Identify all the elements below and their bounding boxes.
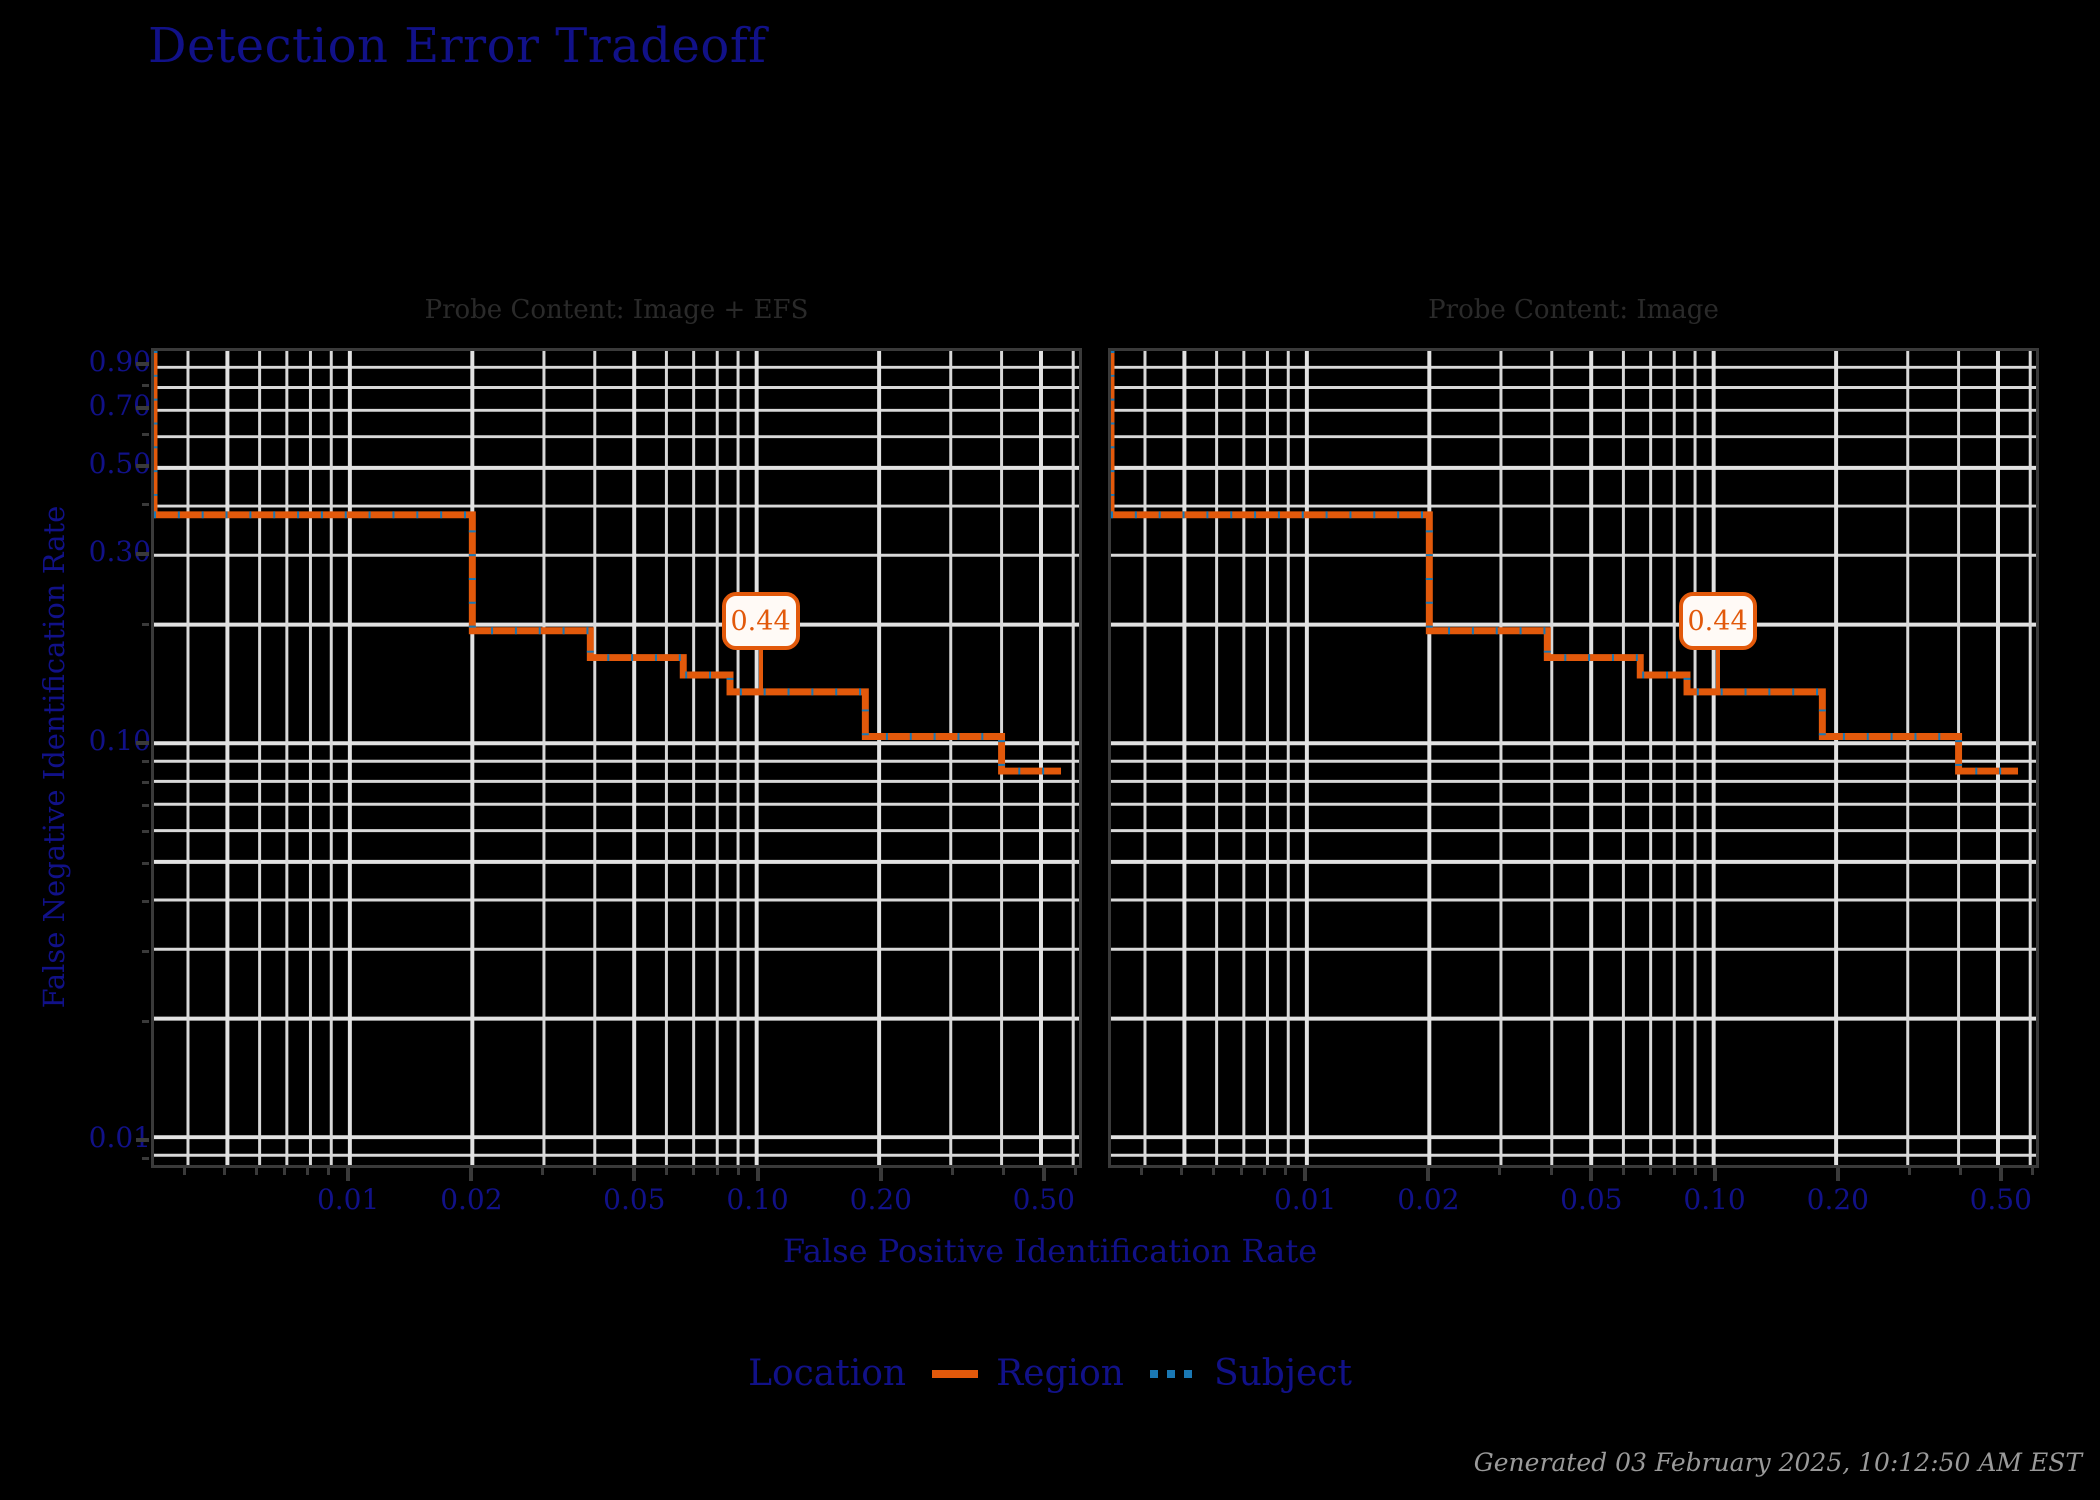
y-axis-title: False Negative Identification Rate — [37, 505, 71, 1009]
x-tick-mark-minor — [282, 1168, 286, 1175]
panel-title-right: Probe Content: Image — [1428, 295, 1719, 325]
x-tick-mark-minor — [592, 1168, 596, 1175]
y-tick-mark-minor — [142, 383, 149, 387]
y-tick-mark-minor — [142, 433, 149, 437]
y-axis-tick-group: 0.90 0.70 0.50 0.30 0.10 0.01 — [0, 0, 151, 1500]
x-tick-mark-minor — [1549, 1168, 1553, 1175]
x-tick-mark — [1835, 1168, 1840, 1181]
y-tick-mark — [136, 405, 149, 410]
x-tick-mark-minor — [692, 1168, 696, 1175]
series-region — [154, 511, 1062, 775]
x-tick-mark-minor — [1239, 1168, 1243, 1175]
x-tick-mark-minor — [1263, 1168, 1267, 1175]
x-tick-mark-minor — [1621, 1168, 1625, 1175]
annotation-stem — [1715, 650, 1720, 695]
x-tick-mark-minor — [736, 1168, 740, 1175]
y-tick-mark — [136, 1137, 149, 1142]
x-tick-mark-minor — [1212, 1168, 1216, 1175]
y-tick-mark-minor — [142, 861, 149, 865]
x-tick-mark — [1712, 1168, 1717, 1181]
y-tick-mark-minor — [142, 949, 149, 953]
x-tick-label: 0.02 — [440, 1183, 503, 1216]
x-tick-mark — [346, 1168, 351, 1181]
y-tick-mark-minor — [142, 1157, 149, 1161]
y-tick-mark-minor — [142, 780, 149, 784]
x-tick-mark-minor — [1002, 1168, 1006, 1175]
y-tick-mark — [136, 463, 149, 468]
x-tick-mark-minor — [327, 1168, 331, 1175]
series-region — [1111, 511, 2019, 775]
legend-swatch-subject-icon — [1149, 1369, 1196, 1378]
y-tick-mark-minor — [142, 622, 149, 626]
x-tick-mark-minor — [1959, 1168, 1963, 1175]
x-tick-mark — [1426, 1168, 1431, 1181]
panel-title-left: Probe Content: Image + EFS — [424, 295, 809, 325]
x-tick-label: 0.50 — [1012, 1183, 1075, 1216]
x-tick-label: 0.02 — [1397, 1183, 1460, 1216]
series-layer — [154, 351, 1062, 775]
y-tick-mark-minor — [142, 803, 149, 807]
x-tick-mark-minor — [1074, 1168, 1078, 1175]
y-tick-mark — [136, 741, 149, 746]
x-tick-mark-minor — [1284, 1168, 1288, 1175]
y-tick-mark-minor — [142, 503, 149, 507]
x-tick-mark — [632, 1168, 637, 1181]
legend-label-subject: Subject — [1213, 1353, 1352, 1394]
x-tick-mark-minor — [2031, 1168, 2035, 1175]
x-tick-mark-minor — [1907, 1168, 1911, 1175]
x-tick-mark-minor — [222, 1168, 226, 1175]
x-tick-mark — [878, 1168, 883, 1181]
y-tick-label: 0.90 — [88, 345, 151, 379]
x-tick-mark-minor — [1693, 1168, 1697, 1175]
annotation-stem — [758, 650, 763, 695]
x-tick-mark-minor — [541, 1168, 545, 1175]
series-subject — [154, 511, 1062, 775]
y-tick-mark-minor — [142, 830, 149, 834]
x-tick-mark-minor — [1649, 1168, 1653, 1175]
series-subject — [1111, 511, 2019, 775]
x-tick-mark — [1998, 1168, 2003, 1181]
x-axis-title: False Positive Identification Rate — [782, 1232, 1318, 1270]
legend: Location Region Subject — [0, 1353, 2100, 1394]
series-layer — [1111, 351, 2019, 775]
legend-item-region[interactable]: Region — [932, 1353, 1124, 1394]
annotation-label[interactable]: 0.44 — [721, 592, 800, 651]
x-tick-mark-minor — [950, 1168, 954, 1175]
x-tick-mark-minor — [255, 1168, 259, 1175]
y-tick-mark-minor — [142, 900, 149, 904]
x-tick-mark — [469, 1168, 474, 1181]
x-tick-mark-minor — [306, 1168, 310, 1175]
y-tick-mark-minor — [142, 760, 149, 764]
x-tick-label: 0.20 — [849, 1183, 912, 1216]
x-tick-mark-minor — [1140, 1168, 1144, 1175]
y-tick-mark — [136, 551, 149, 556]
y-tick-label: 0.01 — [88, 1120, 151, 1154]
annotation-label[interactable]: 0.44 — [1678, 592, 1757, 651]
generated-timestamp: Generated 03 February 2025, 10:12:50 AM … — [1473, 1448, 2082, 1477]
x-tick-mark-minor — [1672, 1168, 1676, 1175]
legend-label-region: Region — [996, 1353, 1124, 1394]
page-title: Detection Error Tradeoff — [148, 18, 767, 74]
x-tick-mark — [1041, 1168, 1046, 1181]
y-tick-mark-minor — [142, 1019, 149, 1023]
legend-swatch-region-icon — [932, 1369, 979, 1378]
x-tick-mark — [755, 1168, 760, 1181]
x-tick-label: 0.20 — [1806, 1183, 1869, 1216]
x-tick-mark-minor — [715, 1168, 719, 1175]
x-tick-mark — [1589, 1168, 1594, 1181]
plot-panel-right: 0.44 — [1108, 348, 2039, 1168]
y-tick-mark — [136, 362, 149, 367]
x-tick-mark-minor — [664, 1168, 668, 1175]
x-tick-mark — [1303, 1168, 1308, 1181]
legend-item-subject[interactable]: Subject — [1149, 1353, 1352, 1394]
plot-panel-left: 0.44 — [151, 348, 1082, 1168]
x-tick-mark-minor — [1179, 1168, 1183, 1175]
x-tick-mark-minor — [1498, 1168, 1502, 1175]
x-tick-mark-minor — [183, 1168, 187, 1175]
legend-title: Location — [748, 1353, 907, 1394]
x-tick-label: 0.50 — [1969, 1183, 2032, 1216]
